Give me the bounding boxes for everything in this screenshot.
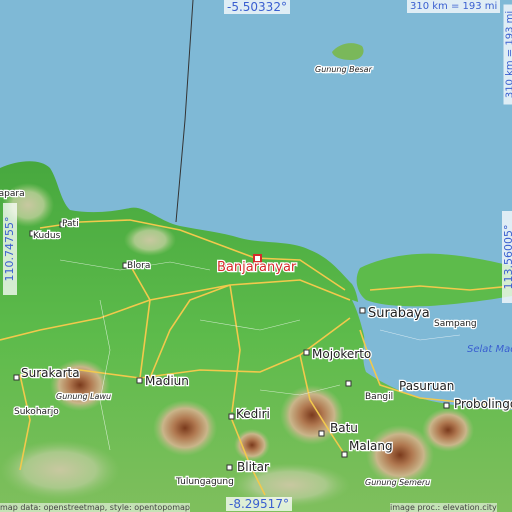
label-malang: Malang [349,439,393,453]
map-credits: map data: openstreetmap, style: opentopo… [0,503,512,512]
credit-map-data: map data: openstreetmap, style: opentopo… [0,503,190,512]
highlight-label[interactable]: Banjaranyar [216,259,298,277]
label-tulungagung: Tulungagung [175,477,234,487]
longitude-left-label: 110.74755° [3,203,17,295]
wilis-volcano [153,400,217,456]
southern-hills [0,440,120,500]
label-selat-madura: Selat Mad [467,344,512,355]
label-batu: Batu [330,421,358,435]
label-pasuruan: Pasuruan [399,379,454,393]
label-kediri: Kediri [236,407,270,421]
label-bangil: Bangil [365,392,393,402]
kelud-volcano [234,429,270,461]
label-madiun: Madiun [145,374,189,388]
scale-vertical-label: 310 km = 193 mi [503,4,512,105]
label-surakarta: Surakarta [21,366,80,380]
latitude-top-label: -5.50332° [224,0,290,14]
label-kudus: Kudus [33,231,61,241]
label-mojokerto: Mojokerto [312,347,371,361]
madura-island [356,253,512,307]
label-blitar: Blitar [237,460,269,474]
label-gunung-lawu: Gunung Lawu [56,392,111,401]
longitude-right-label: 113.56005° [502,211,512,303]
label-sampang: Sampang [434,319,477,329]
credit-image-processing: image proc.: elevation.city [390,503,497,512]
label-pati: Pati [62,219,79,229]
label-sukoharjo: Sukoharjo [14,407,59,417]
scale-horizontal-label: 310 km = 193 mi [407,0,501,13]
kendeng-hills [124,224,176,256]
label-surabaya: Surabaya [368,306,430,321]
label-gunung-besar: Gunung Besar [315,65,373,74]
bromo-volcano [422,408,474,452]
label-blora: Blora [127,261,150,271]
label-probolinggo: Probolingo [454,397,512,411]
label-japara: Japara [0,189,25,199]
topographic-map[interactable]: Gunung Besar Japara Pati Kudus Blora Sur… [0,0,512,512]
label-gunung-semeru: Gunung Semeru [365,478,430,487]
